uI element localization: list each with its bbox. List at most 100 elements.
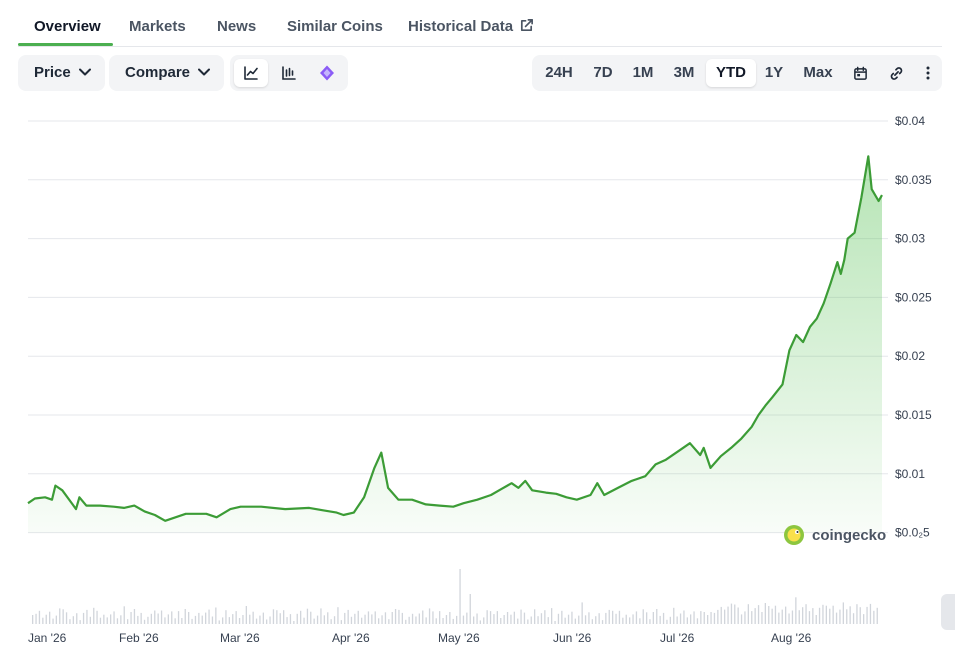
- volume-bar: [534, 609, 536, 624]
- volume-bar: [734, 604, 736, 624]
- calendar-icon: [853, 66, 867, 80]
- x-tick-label: Aug '26: [771, 631, 812, 645]
- range-ytd-button[interactable]: YTD: [706, 55, 756, 91]
- volume-bar: [123, 606, 125, 624]
- volume-bar: [527, 619, 529, 624]
- volume-bar: [547, 617, 549, 624]
- tradingview-button[interactable]: [312, 55, 342, 91]
- candlestick-chart-button[interactable]: [274, 55, 304, 91]
- tab-historical-data[interactable]: Historical Data: [408, 18, 534, 35]
- volume-bar: [618, 610, 621, 624]
- volume-bar: [242, 615, 244, 624]
- volume-bar: [612, 610, 614, 624]
- volume-bar: [537, 616, 539, 624]
- volume-bar: [693, 611, 695, 624]
- volume-bar: [873, 610, 875, 624]
- line-chart-icon: [244, 66, 258, 80]
- volume-bar: [673, 607, 675, 624]
- date-picker-button[interactable]: [845, 55, 875, 91]
- volume-bar: [432, 611, 434, 624]
- volume-bar: [49, 611, 51, 624]
- price-chart[interactable]: $0.04 $0.035 $0.03 $0.025 $0.02 $0.015 $0.01 $0…: [0, 100, 955, 648]
- y-tick-label: $0.035: [895, 173, 932, 187]
- volume-bar: [323, 615, 325, 624]
- volume-bars: [32, 569, 878, 624]
- range-7d-button[interactable]: 7D: [584, 55, 622, 91]
- volume-bar: [629, 617, 631, 624]
- volume-bar: [574, 618, 576, 624]
- volume-bar: [510, 614, 512, 624]
- volume-bar: [554, 621, 556, 624]
- volume-bar: [330, 619, 332, 624]
- volume-bar: [65, 612, 68, 624]
- volume-bar: [72, 616, 74, 624]
- volume-bar: [99, 617, 102, 624]
- volume-bar: [160, 610, 163, 624]
- range-max-button[interactable]: Max: [797, 55, 839, 91]
- range-24h-button[interactable]: 24H: [538, 55, 580, 91]
- volume-bar: [266, 619, 268, 624]
- volume-bar: [188, 612, 190, 624]
- volume-bar: [513, 611, 515, 624]
- volume-bar: [113, 611, 115, 624]
- compare-dropdown[interactable]: Compare: [109, 55, 224, 91]
- volume-bar: [483, 617, 485, 624]
- volume-bar: [642, 609, 644, 624]
- volume-bar: [778, 612, 780, 624]
- volume-bar: [313, 618, 315, 624]
- y-tick-label: $0.015: [895, 408, 932, 422]
- volume-bar: [106, 617, 108, 624]
- external-link-icon: [521, 19, 534, 32]
- volume-bar: [815, 615, 817, 624]
- volume-bar: [584, 615, 587, 624]
- link-icon: [890, 66, 902, 80]
- volume-bar: [198, 612, 200, 624]
- volume-bar: [564, 617, 566, 624]
- volume-bar: [764, 603, 766, 624]
- tab-overview[interactable]: Overview: [34, 18, 101, 35]
- volume-bar: [445, 615, 448, 624]
- volume-bar: [333, 616, 336, 624]
- volume-bar: [174, 618, 176, 624]
- price-dropdown[interactable]: Price: [18, 55, 105, 91]
- volume-bar: [435, 618, 437, 624]
- tab-markets[interactable]: Markets: [129, 18, 186, 35]
- tab-news[interactable]: News: [217, 18, 256, 35]
- volume-bar: [405, 619, 407, 624]
- range-1y-button[interactable]: 1Y: [759, 55, 789, 91]
- volume-bar: [774, 605, 777, 624]
- volume-bar: [177, 611, 180, 624]
- volume-bar: [859, 607, 861, 624]
- diamond-logo-icon: [320, 65, 334, 81]
- range-3m-button[interactable]: 3M: [665, 55, 703, 91]
- volume-bar: [418, 613, 420, 624]
- share-link-button[interactable]: [881, 55, 911, 91]
- x-tick-label: May '26: [438, 631, 480, 645]
- volume-bar: [191, 618, 193, 624]
- volume-bar: [795, 597, 797, 624]
- volume-bar: [116, 618, 119, 624]
- volume-bar: [493, 614, 495, 624]
- watermark-text: coingecko: [812, 527, 886, 544]
- volume-bar: [856, 604, 858, 624]
- volume-bar: [578, 615, 580, 624]
- line-chart-button[interactable]: [236, 55, 266, 91]
- volume-bar: [523, 612, 526, 624]
- tab-similar-coins[interactable]: Similar Coins: [287, 18, 383, 35]
- volume-bar: [696, 618, 699, 624]
- volume-bar: [449, 612, 451, 624]
- volume-bar: [866, 606, 868, 624]
- volume-bar: [676, 616, 678, 624]
- more-options-button[interactable]: [913, 55, 943, 91]
- volume-bar: [703, 612, 705, 624]
- volume-bar: [605, 612, 607, 624]
- volume-bar: [350, 616, 353, 624]
- volume-bar: [639, 618, 641, 624]
- volume-bar: [700, 611, 702, 624]
- side-panel-handle[interactable]: [941, 594, 955, 630]
- volume-bar: [289, 614, 292, 624]
- tab-historical-data-label: Historical Data: [408, 18, 514, 35]
- volume-bar: [846, 609, 848, 624]
- volume-bar: [38, 610, 41, 624]
- range-1m-button[interactable]: 1M: [624, 55, 662, 91]
